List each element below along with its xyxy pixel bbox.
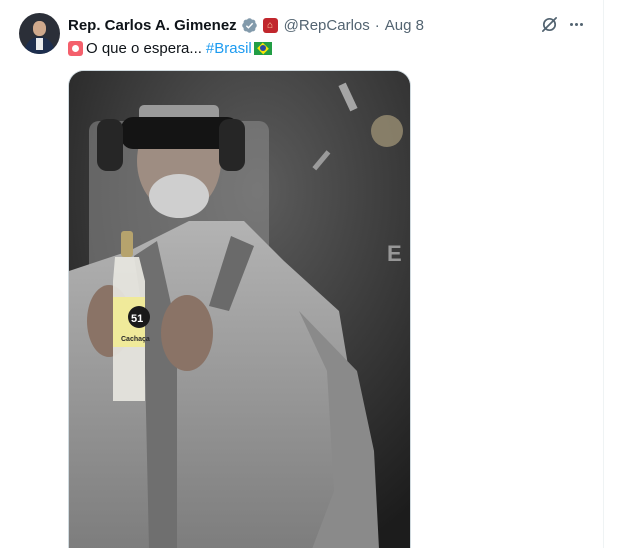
tweet-text-body: O que o espera...	[86, 39, 202, 57]
avatar-head	[33, 21, 46, 36]
avatar[interactable]	[19, 13, 60, 54]
tweet-card[interactable]: Rep. Carlos A. Gimenez ⌂ @RepCarlos · Au…	[0, 0, 625, 548]
rotating-light-emoji	[68, 40, 83, 56]
avatar-shirt	[36, 38, 43, 50]
grok-icon[interactable]	[540, 15, 559, 34]
more-icon[interactable]	[566, 15, 586, 34]
tweet-header: Rep. Carlos A. Gimenez ⌂ @RepCarlos · Au…	[68, 15, 424, 35]
separator-dot: ·	[374, 16, 380, 34]
house-seal-icon: ⌂	[262, 17, 278, 33]
hashtag-link[interactable]: #Brasil	[206, 40, 252, 57]
tweet-text: O que o espera... #Brasil	[68, 38, 272, 58]
bottle-label-text: Cachaça	[121, 336, 150, 343]
svg-text:E: E	[387, 241, 402, 266]
tweet-photo[interactable]: E 51 Cachaça	[68, 70, 411, 548]
display-name[interactable]: Rep. Carlos A. Gimenez	[68, 17, 237, 34]
timeline-divider	[603, 0, 604, 548]
verified-badge-icon[interactable]	[241, 17, 258, 34]
photo-of-man-with-blindfold-and-headphones-holding-bottle-icon: E 51 Cachaça	[69, 71, 410, 548]
brazil-flag-emoji	[253, 41, 272, 55]
timestamp[interactable]: Aug 8	[385, 17, 424, 34]
handle[interactable]: @RepCarlos	[284, 17, 370, 34]
bottle-label-number: 51	[131, 313, 143, 325]
